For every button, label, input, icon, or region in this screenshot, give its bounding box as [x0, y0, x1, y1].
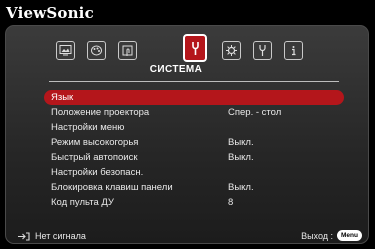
- menu-item-high-altitude[interactable]: Режим высокогорья Выкл.: [44, 135, 344, 150]
- menu-item-panel-key-lock[interactable]: Блокировка клавиш панели Выкл.: [44, 180, 344, 195]
- palette-icon: [91, 45, 102, 56]
- menu-item-quick-autosearch[interactable]: Быстрый автопоиск Выкл.: [44, 150, 344, 165]
- wrench-icon: [192, 42, 199, 55]
- menu-item-label: Блокировка клавиш панели: [51, 182, 173, 193]
- menu-item-label: Язык: [51, 92, 74, 103]
- menu-item-value: Выкл.: [228, 182, 254, 193]
- menu-item-security-settings[interactable]: Настройки безопасн.: [44, 165, 344, 180]
- tab-tools[interactable]: [253, 41, 272, 60]
- signal-status: Нет сигнала: [18, 231, 86, 241]
- tab-touch[interactable]: [118, 41, 137, 60]
- input-source-icon: [18, 231, 30, 241]
- tab-picture[interactable]: [56, 41, 75, 60]
- info-icon: [292, 46, 296, 56]
- exit-hint: Выход : Menu: [301, 230, 362, 241]
- menu-item-value: 8: [228, 197, 234, 208]
- menu-item-label: Настройки безопасн.: [51, 167, 144, 178]
- signal-status-text: Нет сигнала: [35, 231, 86, 241]
- tab-settings[interactable]: [222, 41, 241, 60]
- menu-item-value: Выкл.: [228, 137, 254, 148]
- exit-label: Выход :: [301, 230, 334, 241]
- menu-item-value: Выкл.: [228, 152, 254, 163]
- touch-icon: [122, 45, 133, 56]
- tab-info[interactable]: [284, 41, 303, 60]
- menu-item-label: Код пульта ДУ: [51, 197, 114, 208]
- status-bar: Нет сигнала Выход : Menu: [6, 230, 370, 247]
- menu-item-projector-position[interactable]: Положение проектора Спер. - стол: [44, 105, 344, 120]
- menu-item-language[interactable]: Язык: [44, 90, 344, 105]
- menu-item-label: Положение проектора: [51, 107, 150, 118]
- tools-icon: [259, 45, 266, 56]
- menu-item-label: Настройки меню: [51, 122, 125, 133]
- menu-item-label: Быстрый автопоиск: [51, 152, 138, 163]
- osd-panel: СИСТЕМА Язык Положение проектора Спер. - …: [5, 25, 369, 244]
- divider: [49, 81, 339, 82]
- gear-icon: [226, 45, 237, 56]
- brand-logo: ViewSonic: [6, 4, 94, 22]
- menu-item-value: Спер. - стол: [228, 107, 282, 118]
- menu-item-remote-code[interactable]: Код пульта ДУ 8: [44, 195, 344, 210]
- settings-menu: Язык Положение проектора Спер. - стол Нас…: [44, 90, 344, 210]
- tab-color[interactable]: [87, 41, 106, 60]
- tab-system[interactable]: [183, 34, 207, 62]
- section-title: СИСТЕМА: [149, 64, 203, 75]
- menu-item-menu-settings[interactable]: Настройки меню: [44, 120, 344, 135]
- picture-icon: [59, 45, 72, 56]
- menu-key-badge[interactable]: Menu: [337, 230, 362, 241]
- menu-item-label: Режим высокогорья: [51, 137, 139, 148]
